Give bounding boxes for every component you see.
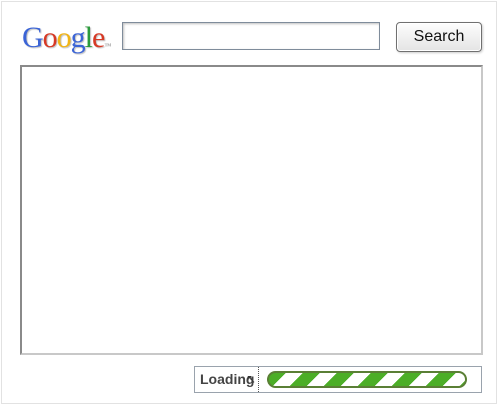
google-logo: Google™ (22, 20, 111, 56)
status-bar: Loading (194, 366, 482, 393)
logo-letter: o (56, 21, 72, 54)
results-panel[interactable] (20, 65, 483, 355)
logo-letter: g (70, 21, 86, 54)
search-input[interactable] (122, 22, 380, 50)
search-button[interactable]: Search (396, 22, 482, 52)
loading-progress-bar (267, 371, 468, 388)
logo-letter: G (22, 21, 44, 54)
logo-letter: o (42, 21, 58, 54)
logo-letter: e (92, 21, 105, 54)
logo-letter: l (84, 21, 93, 54)
logo-trademark: ™ (104, 42, 111, 50)
cursor-icon: ↖ (246, 372, 257, 386)
